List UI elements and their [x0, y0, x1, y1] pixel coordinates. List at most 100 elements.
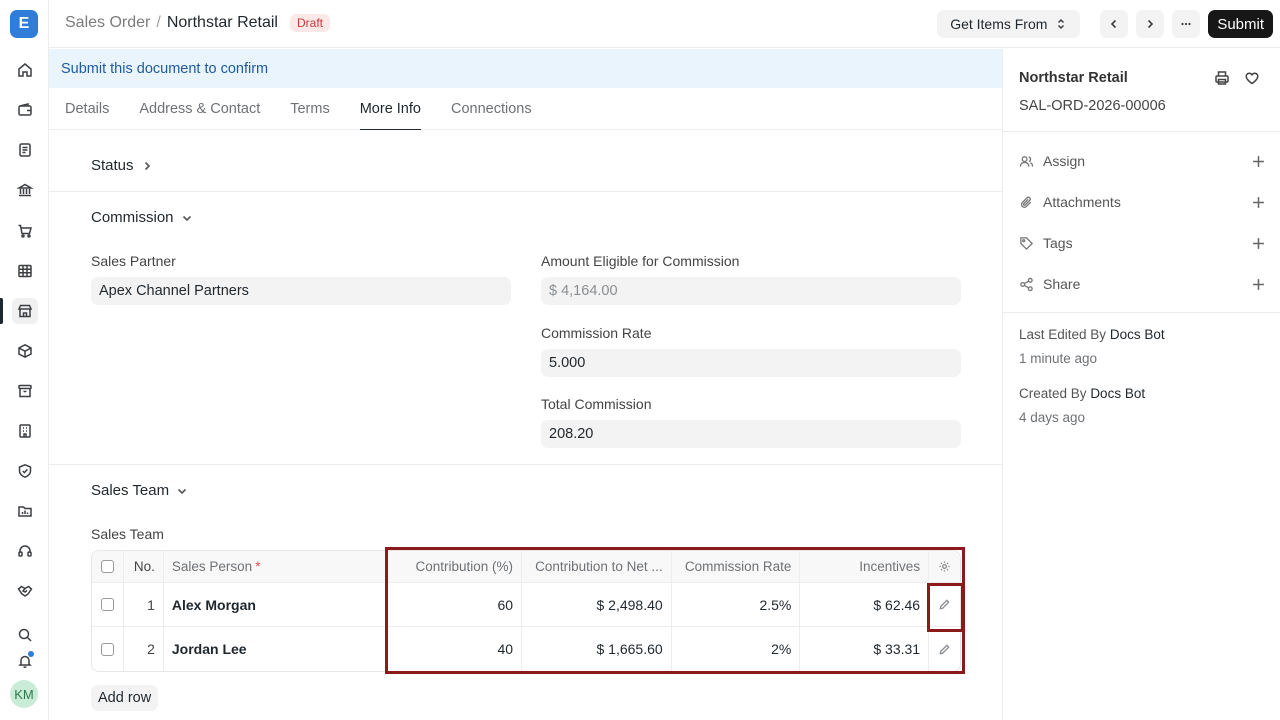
handshake-icon[interactable]	[12, 578, 38, 604]
plus-icon[interactable]	[1252, 278, 1265, 291]
table-icon[interactable]	[12, 258, 38, 284]
archive-icon[interactable]	[12, 378, 38, 404]
plus-icon[interactable]	[1252, 196, 1265, 209]
notification-dot	[28, 651, 34, 657]
tab-details[interactable]: Details	[65, 88, 109, 129]
add-row-button[interactable]: Add row	[91, 685, 159, 711]
commission-section-title: Commission	[91, 209, 174, 226]
sidebar-item-assign[interactable]: Assign	[1019, 153, 1265, 169]
chevron-left-icon	[1111, 19, 1117, 29]
shield-icon[interactable]	[12, 458, 38, 484]
contribution-net-cell[interactable]: $ 2,498.40	[522, 583, 672, 626]
home-icon[interactable]	[12, 57, 38, 83]
created-by[interactable]: Docs Bot	[1090, 386, 1145, 401]
more-actions-button[interactable]	[1172, 10, 1201, 38]
total-commission-field: 208.20	[541, 420, 961, 448]
amount-eligible-field: $ 4,164.00	[541, 277, 961, 305]
row-checkbox[interactable]	[100, 642, 114, 656]
total-commission-label: Total Commission	[541, 396, 652, 412]
tab-connections[interactable]: Connections	[451, 88, 532, 129]
contribution-net-cell[interactable]: $ 1,665.60	[522, 627, 672, 671]
document-sidebar: Northstar Retail SAL-ORD-2026-00006 Assi…	[1002, 49, 1280, 720]
contribution-cell[interactable]: 60	[387, 583, 523, 626]
sidebar-item-label: Share	[1043, 276, 1081, 292]
table-header-row: No. Sales Person * Contribution (%) Contr…	[92, 551, 960, 583]
row-select-cell	[92, 583, 124, 626]
get-items-from-button[interactable]: Get Items From	[937, 10, 1081, 38]
incentives-cell[interactable]: $ 62.46	[800, 583, 930, 626]
incentives-cell[interactable]: $ 33.31	[800, 627, 930, 671]
commission-rate-label: Commission Rate	[541, 325, 652, 341]
breadcrumb-parent-link[interactable]: Sales Order	[65, 14, 150, 32]
tab-terms[interactable]: Terms	[290, 88, 329, 129]
notification-bell-icon[interactable]	[12, 648, 38, 674]
headset-icon[interactable]	[12, 538, 38, 564]
plus-icon[interactable]	[1252, 237, 1265, 250]
previous-document-button[interactable]	[1100, 10, 1129, 38]
sidebar-divider	[1003, 312, 1280, 313]
select-all-checkbox[interactable]	[100, 560, 114, 573]
bank-icon[interactable]	[12, 177, 38, 203]
sidebar-item-label: Attachments	[1043, 194, 1121, 210]
store-icon[interactable]	[12, 298, 38, 324]
gear-icon[interactable]	[938, 560, 951, 573]
breadcrumb: Sales Order / Northstar Retail Draft	[65, 14, 330, 32]
plus-icon[interactable]	[1252, 155, 1265, 168]
app-logo[interactable]: E	[10, 10, 38, 38]
sidebar-item-label: Tags	[1043, 235, 1073, 251]
header-actions: Get Items From Submit	[937, 10, 1273, 38]
last-edited-by[interactable]: Docs Bot	[1110, 327, 1165, 342]
tag-icon	[1020, 236, 1034, 250]
status-section-toggle[interactable]: Status	[91, 157, 152, 174]
row-checkbox[interactable]	[100, 598, 114, 611]
commission-rate-field[interactable]: 5.000	[541, 349, 961, 377]
commission-section-toggle[interactable]: Commission	[91, 209, 192, 226]
row-number: 2	[124, 627, 164, 671]
column-settings-cell	[929, 551, 960, 582]
last-edited-info: Last Edited By Docs Bot	[1019, 327, 1165, 342]
sidebar-item-tags[interactable]: Tags	[1019, 235, 1265, 251]
app-sidebar-rail: E KM	[0, 0, 49, 720]
folder-chart-icon[interactable]	[12, 498, 38, 524]
contribution-cell[interactable]: 40	[387, 627, 523, 671]
sales-partner-field[interactable]: Apex Channel Partners	[91, 277, 511, 305]
users-icon	[1019, 155, 1034, 167]
form-tabs: Details Address & Contact Terms More Inf…	[49, 88, 1002, 130]
next-document-button[interactable]	[1136, 10, 1165, 38]
sales-team-section-toggle[interactable]: Sales Team	[91, 482, 187, 499]
user-avatar[interactable]: KM	[10, 680, 38, 708]
heart-icon[interactable]	[1244, 70, 1260, 86]
sales-partner-label: Sales Partner	[91, 253, 176, 269]
package-icon[interactable]	[12, 338, 38, 364]
edit-pencil-icon[interactable]	[938, 643, 951, 656]
sales-person-cell[interactable]: Jordan Lee	[164, 627, 388, 671]
sales-person-header-label: Sales Person	[171, 559, 253, 574]
document-id: SAL-ORD-2026-00006	[1019, 98, 1166, 114]
sidebar-divider	[1003, 131, 1280, 132]
search-icon[interactable]	[12, 622, 38, 648]
table-row[interactable]: 1 Alex Morgan 60 $ 2,498.40 2.5% $ 62.46	[92, 583, 960, 627]
up-down-chevron-icon	[1058, 18, 1065, 30]
wallet-icon[interactable]	[12, 97, 38, 123]
commission-rate-cell[interactable]: 2%	[672, 627, 801, 671]
table-row[interactable]: 2 Jordan Lee 40 $ 1,665.60 2% $ 33.31	[92, 627, 960, 671]
printer-icon[interactable]	[1214, 70, 1230, 86]
submit-button[interactable]: Submit	[1208, 10, 1273, 38]
column-header-no: No.	[124, 551, 164, 582]
sales-person-cell[interactable]: Alex Morgan	[164, 583, 388, 626]
sidebar-item-share[interactable]: Share	[1019, 276, 1265, 292]
edit-pencil-icon[interactable]	[938, 598, 951, 611]
document-icon[interactable]	[12, 137, 38, 163]
chevron-right-icon	[144, 161, 150, 170]
created-info: Created By Docs Bot	[1019, 386, 1145, 401]
sidebar-actions	[1214, 70, 1260, 86]
column-header-incentives: Incentives	[800, 551, 930, 582]
commission-rate-cell[interactable]: 2.5%	[672, 583, 801, 626]
sidebar-item-attachments[interactable]: Attachments	[1019, 194, 1265, 210]
tab-more-info[interactable]: More Info	[359, 88, 422, 130]
column-header-contribution-net: Contribution to Net ...	[522, 551, 672, 582]
building-icon[interactable]	[12, 418, 38, 444]
column-header-commission-rate: Commission Rate	[672, 551, 801, 582]
tab-address-contact[interactable]: Address & Contact	[139, 88, 260, 129]
cart-icon[interactable]	[12, 218, 38, 244]
